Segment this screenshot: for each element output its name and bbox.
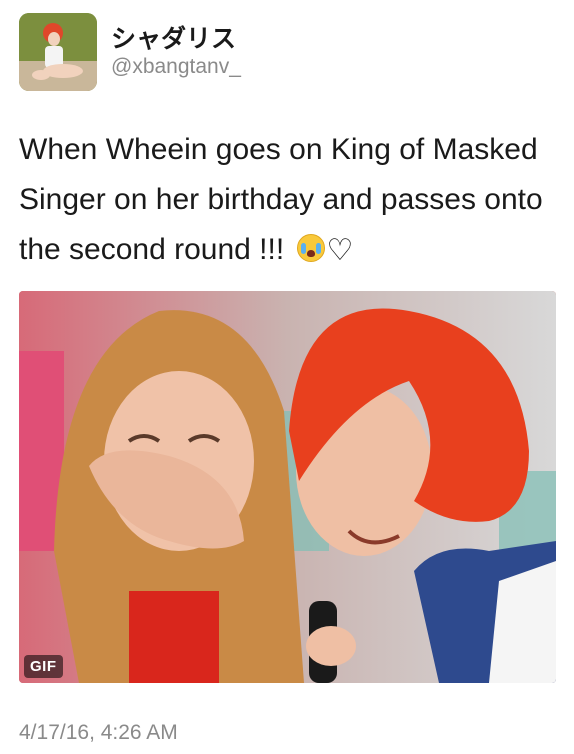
tweet-text: When Wheein goes on King of Masked Singe… — [19, 125, 559, 276]
profile-avatar[interactable] — [19, 13, 97, 91]
display-name[interactable]: シャダリス — [111, 19, 236, 55]
loudly-crying-face-icon — [296, 234, 325, 262]
timestamp[interactable]: 4/17/16, 4:26 AM — [19, 721, 178, 745]
gif-badge: GIF — [24, 655, 63, 678]
gif-media[interactable] — [19, 291, 556, 683]
tweet-body: When Wheein goes on King of Masked Singe… — [19, 133, 543, 266]
white-heart-icon: ♡ — [326, 234, 354, 267]
user-handle[interactable]: @xbangtanv_ — [111, 55, 241, 79]
